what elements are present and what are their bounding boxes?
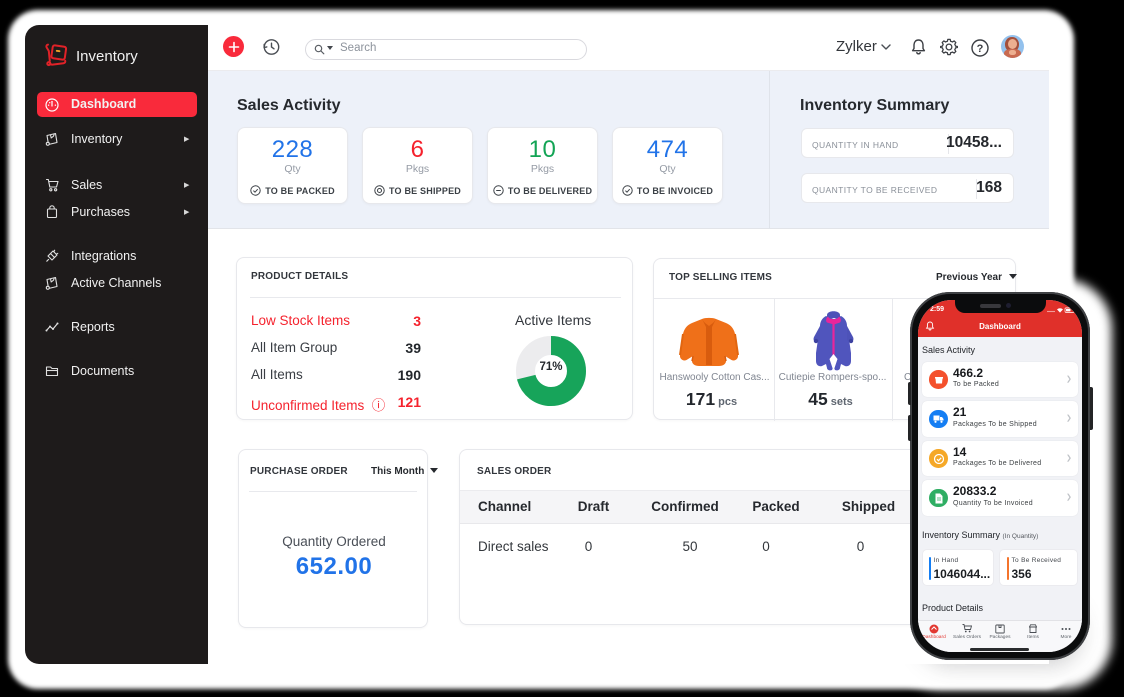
svg-text:?: ? (977, 43, 984, 55)
